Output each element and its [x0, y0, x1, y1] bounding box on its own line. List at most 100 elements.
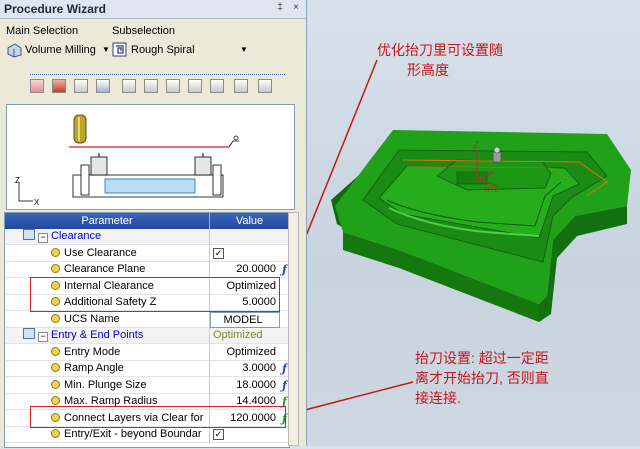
parameter-label: Clearance: [51, 230, 102, 242]
parameter-bulb-icon: [51, 264, 60, 273]
parameter-column-header[interactable]: Parameter: [5, 213, 210, 229]
layers-icon[interactable]: [74, 79, 88, 93]
title-bar: Procedure Wizard ‡ ×: [0, 0, 306, 19]
parameter-name-cell: − Entry & End Points: [5, 328, 210, 344]
parameter-value-cell[interactable]: Optimized: [210, 328, 280, 344]
table-group-row[interactable]: − Entry & End Points Optimized: [5, 328, 289, 344]
parameter-value: 3.0000: [242, 362, 276, 374]
parameter-value-cell[interactable]: MODEL: [210, 311, 280, 328]
parameter-bulb-icon: [51, 363, 60, 372]
parameter-name-cell: Entry Mode: [5, 344, 210, 361]
tool-icon[interactable]: [52, 79, 66, 93]
parameter-value-cell[interactable]: ✓: [210, 246, 280, 262]
parameter-label: UCS Name: [64, 312, 120, 325]
viewport-axis-z: Z: [473, 140, 479, 151]
parameter-label: Ramp Angle: [64, 362, 124, 374]
table-row[interactable]: Clearance Plane 20.0000 ƒ: [5, 262, 289, 278]
parameter-label: Entry & End Points: [51, 329, 144, 341]
checkbox[interactable]: ✓: [213, 429, 224, 440]
highlight-connect-box: [30, 406, 286, 428]
note-bottom-line-3: 接连接.: [415, 390, 461, 406]
parameter-label: Entry/Exit - beyond Boundar: [64, 428, 202, 440]
table-row[interactable]: Entry Mode Optimized: [5, 344, 289, 361]
parameter-label: Entry Mode: [64, 345, 121, 358]
model-viewport[interactable]: Z XYZ 优化抬刀里可设置随 形高度 抬刀设置: 超过一定距 离才开始抬刀, …: [277, 0, 640, 446]
parameter-bulb-icon: [51, 429, 60, 438]
parameter-value: 20.0000: [236, 263, 276, 275]
window-title: Procedure Wizard: [4, 2, 106, 16]
cut-icon[interactable]: [234, 79, 248, 93]
checkbox[interactable]: ✓: [213, 247, 224, 259]
parameter-label: Clearance Plane: [64, 263, 146, 275]
collapse-icon[interactable]: −: [38, 233, 48, 243]
table-scrollbar[interactable]: [288, 212, 299, 446]
group-icon: [23, 328, 35, 339]
tool-preview: Z X: [6, 104, 295, 210]
chevron-down-icon: ▼: [102, 45, 110, 54]
collapse-icon[interactable]: −: [38, 332, 48, 342]
note-top: 优化抬刀里可设置随 形高度: [377, 40, 503, 80]
note-bottom-line-2: 离才开始抬刀, 否则直: [415, 370, 549, 386]
parameter-value-cell[interactable]: 18.0000: [210, 378, 280, 394]
table-row[interactable]: Min. Plunge Size 18.0000 ƒ: [5, 377, 289, 394]
path-icon[interactable]: [188, 79, 202, 93]
note-bottom-line-1: 抬刀设置: 超过一定距: [415, 350, 549, 366]
main-selection-dropdown[interactable]: Volume Milling ▼: [6, 42, 110, 58]
note-top-line-2: 形高度: [407, 62, 449, 78]
highlight-clearance-box: [30, 277, 280, 312]
subselection-value: Rough Spiral: [131, 44, 195, 56]
value-column-header[interactable]: Value: [210, 213, 289, 229]
main-selection-value: Volume Milling: [25, 44, 96, 56]
parameter-label: Use Clearance: [64, 246, 137, 259]
ramp-icon[interactable]: [166, 79, 180, 93]
eraser-icon[interactable]: [30, 79, 44, 93]
parameter-bulb-icon: [51, 313, 60, 323]
params-icon[interactable]: [258, 79, 272, 93]
parameter-toolbar: [30, 74, 285, 97]
parameter-name-cell: − Clearance: [5, 229, 210, 245]
main-selection-label: Main Selection: [6, 25, 79, 37]
table-row[interactable]: Entry/Exit - beyond Boundar ✓: [5, 427, 289, 443]
parameter-label: Min. Plunge Size: [64, 378, 147, 391]
machine-icon[interactable]: [122, 79, 136, 93]
parameter-value-cell[interactable]: ✓: [210, 427, 280, 443]
volume-milling-icon: [7, 43, 22, 58]
parameter-name-cell: Min. Plunge Size: [5, 377, 210, 394]
table-group-row[interactable]: − Clearance: [5, 229, 289, 245]
subselection-label: Subselection: [112, 25, 175, 37]
viewport-axis-label: XYZ: [485, 187, 499, 194]
parameter-value-cell[interactable]: Optimized: [210, 345, 280, 361]
parameter-value-cell[interactable]: 3.0000: [210, 361, 280, 377]
parameter-name-cell: Ramp Angle: [5, 361, 210, 377]
level-icon[interactable]: [210, 79, 224, 93]
note-top-line-1: 优化抬刀里可设置随: [377, 42, 503, 58]
table-header: Parameter Value: [5, 213, 289, 229]
transfer-icon[interactable]: [144, 79, 158, 93]
parameter-bulb-icon: [51, 396, 60, 405]
preview-axis-z: Z: [15, 176, 20, 185]
table-row[interactable]: UCS Name MODEL: [5, 311, 289, 328]
table-row[interactable]: Ramp Angle 3.0000 ƒ: [5, 361, 289, 377]
procedure-wizard-panel: Procedure Wizard ‡ × Main Selection Volu…: [0, 0, 307, 448]
rough-spiral-icon: [112, 42, 127, 57]
pin-button[interactable]: ‡: [274, 2, 286, 14]
stock-icon[interactable]: [96, 79, 110, 93]
close-button[interactable]: ×: [290, 2, 302, 14]
note-bottom: 抬刀设置: 超过一定距 离才开始抬刀, 否则直 接连接.: [415, 348, 549, 408]
parameter-value: Optimized: [226, 345, 276, 358]
parameter-value: 18.0000: [236, 378, 276, 391]
subselection-dropdown[interactable]: Rough Spiral ▼: [112, 42, 248, 58]
chevron-down-icon: ▼: [240, 45, 248, 54]
parameter-name-cell: Entry/Exit - beyond Boundar: [5, 427, 210, 443]
preview-axis-x: X: [34, 198, 40, 207]
parameter-bulb-icon: [51, 379, 60, 389]
table-row[interactable]: Use Clearance ✓: [5, 245, 289, 262]
group-icon: [23, 229, 35, 240]
parameter-value-cell[interactable]: [210, 229, 280, 245]
parameter-name-cell: UCS Name: [5, 311, 210, 328]
parameter-value: MODEL: [223, 313, 263, 326]
parameter-value-cell[interactable]: 20.0000: [210, 262, 280, 278]
parameter-name-cell: Clearance Plane: [5, 262, 210, 278]
parameter-bulb-icon: [51, 346, 60, 356]
parameter-value: Optimized: [213, 329, 263, 341]
